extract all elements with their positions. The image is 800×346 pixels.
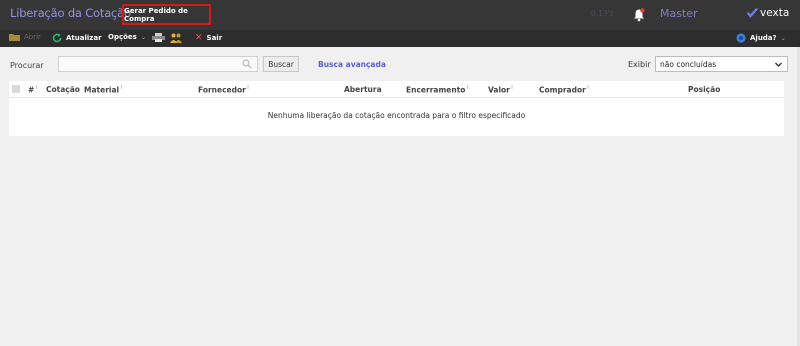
column-header-encerramento[interactable]: Encerramento↑ — [406, 85, 470, 95]
column-header-valor[interactable]: Valor↑ — [488, 85, 514, 95]
load-time: 0.13's — [591, 9, 614, 18]
close-icon: ✕ — [195, 33, 203, 43]
column-header-posicao[interactable]: Posição — [688, 85, 720, 94]
refresh-icon — [52, 33, 62, 43]
empty-table-message: Nenhuma liberação da cotação encontrada … — [267, 111, 526, 120]
options-menu[interactable]: Opções ⌄ — [108, 33, 146, 41]
exit-button[interactable]: ✕ Sair — [195, 33, 222, 43]
vexta-logo: vexta — [746, 7, 789, 19]
advanced-search-link[interactable]: Busca avançada — [318, 60, 386, 69]
show-filter-value: não concluídas — [660, 59, 717, 69]
top-bar: Liberação da Cotação Gerar Pedido de Com… — [0, 0, 800, 30]
generate-purchase-order-button[interactable]: Gerar Pedido de Compra — [122, 4, 211, 25]
data-table: #↑ Cotação Material↑ Fornecedor↑ Abertur… — [9, 81, 784, 136]
column-header-material[interactable]: Material↑ — [84, 85, 123, 95]
chevron-down-icon: ⌄ — [140, 33, 146, 41]
toolbar: Abrir Atualizar Opções ⌄ ✕ Sair Ajuda? ⌄ — [0, 30, 800, 47]
column-header-abertura[interactable]: Abertura — [344, 85, 382, 94]
search-input[interactable] — [58, 56, 258, 72]
chevron-down-icon — [775, 62, 782, 67]
column-header-cotacao[interactable]: Cotação — [46, 85, 80, 94]
column-header-fornecedor[interactable]: Fornecedor↑ — [198, 85, 250, 95]
search-label: Procurar — [10, 61, 44, 70]
folder-icon — [9, 34, 20, 41]
column-header-number[interactable]: #↑ — [28, 85, 39, 95]
users-button[interactable] — [170, 33, 182, 43]
help-menu[interactable]: Ajuda? ⌄ — [736, 33, 786, 43]
search-button[interactable]: Buscar — [263, 56, 299, 72]
chevron-down-icon: ⌄ — [780, 34, 786, 42]
logo-text: vexta — [760, 7, 790, 19]
bell-icon[interactable] — [633, 8, 645, 22]
check-logo-icon — [746, 8, 759, 18]
open-button[interactable]: Abrir — [9, 33, 41, 41]
show-label: Exibir — [628, 60, 651, 69]
page-title: Liberação da Cotação — [10, 6, 131, 20]
users-icon — [170, 33, 182, 43]
print-button[interactable] — [152, 33, 165, 42]
column-header-comprador[interactable]: Comprador↑ — [539, 85, 590, 95]
show-filter-select[interactable]: não concluídas — [655, 56, 788, 72]
table-header: #↑ Cotação Material↑ Fornecedor↑ Abertur… — [9, 81, 784, 98]
printer-icon — [152, 33, 165, 42]
select-all-checkbox[interactable] — [12, 85, 20, 93]
user-name[interactable]: Master — [660, 7, 698, 20]
filter-bar: Procurar Buscar Busca avançada Exibir nã… — [0, 56, 800, 76]
help-icon — [736, 33, 746, 43]
refresh-button[interactable]: Atualizar — [52, 33, 102, 43]
search-icon — [242, 59, 252, 69]
